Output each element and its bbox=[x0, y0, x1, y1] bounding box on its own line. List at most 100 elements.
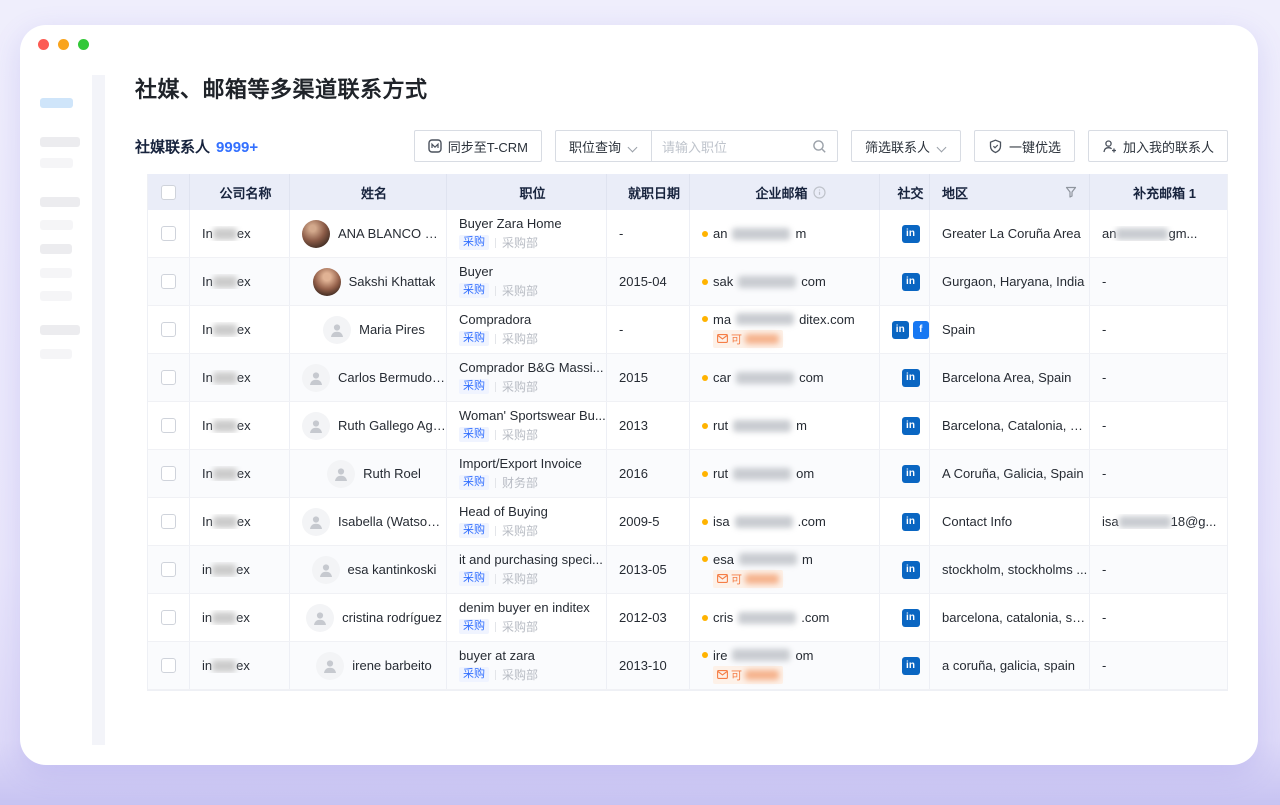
position-title: buyer at zara bbox=[459, 648, 606, 663]
desktop-background: { "window": { "traffic_lights": { "close… bbox=[0, 0, 1280, 805]
region-cell: barcelona, catalonia, sp... bbox=[930, 594, 1090, 641]
row-checkbox[interactable] bbox=[161, 226, 176, 241]
sync-to-crm-button[interactable]: 同步至T-CRM bbox=[414, 130, 542, 162]
one-click-optimize-button[interactable]: 一键优选 bbox=[974, 130, 1075, 162]
extra-email-cell: - bbox=[1090, 450, 1227, 497]
table-row[interactable]: inex irene barbeito buyer at zara 采购 采购部… bbox=[148, 642, 1227, 690]
department-label: 采购部 bbox=[502, 282, 538, 299]
company-email-cell: sakcom bbox=[690, 258, 880, 305]
row-checkbox[interactable] bbox=[161, 418, 176, 433]
redacted-company-text bbox=[213, 516, 237, 528]
table-row[interactable]: Inex Ruth Gallego Agulló Woman' Sportswe… bbox=[148, 402, 1227, 450]
toolbar: 社媒联系人9999+ 同步至T-CRM 职位查询 请输入职位 bbox=[135, 130, 1228, 162]
sidebar-item bbox=[40, 244, 72, 254]
row-checkbox[interactable] bbox=[161, 322, 176, 337]
header-position: 职位 bbox=[447, 174, 607, 210]
table-row[interactable]: inex esa kantinkoski it and purchasing s… bbox=[148, 546, 1227, 594]
linkedin-icon[interactable]: in bbox=[902, 225, 920, 243]
row-checkbox[interactable] bbox=[161, 466, 176, 481]
email-status-icon bbox=[702, 279, 708, 285]
department-label: 采购部 bbox=[502, 570, 538, 587]
linkedin-icon[interactable]: in bbox=[902, 513, 920, 531]
contact-name: Maria Pires bbox=[359, 322, 425, 337]
minimize-window-icon[interactable] bbox=[58, 39, 69, 50]
divider bbox=[495, 526, 496, 536]
linkedin-icon[interactable]: in bbox=[902, 417, 920, 435]
info-icon[interactable] bbox=[813, 186, 826, 199]
redacted-email-text bbox=[732, 649, 790, 661]
row-checkbox[interactable] bbox=[161, 562, 176, 577]
position-title: Comprador B&G Massi... bbox=[459, 360, 606, 375]
sidebar-item bbox=[40, 349, 72, 359]
company-email-cell: cris.com bbox=[690, 594, 880, 641]
name-cell: irene barbeito bbox=[290, 642, 447, 689]
row-checkbox[interactable] bbox=[161, 514, 176, 529]
select-all-checkbox[interactable] bbox=[161, 185, 176, 200]
linkedin-icon[interactable]: in bbox=[902, 273, 920, 291]
contact-name: Sakshi Khattak bbox=[349, 274, 436, 289]
facebook-icon[interactable]: f bbox=[913, 321, 930, 339]
linkedin-icon[interactable]: in bbox=[902, 657, 920, 675]
table-row[interactable]: Inex Isabella (Watson) L... Head of Buyi… bbox=[148, 498, 1227, 546]
department-label: 采购部 bbox=[502, 618, 538, 635]
social-cell: in bbox=[880, 546, 930, 593]
contact-name: Isabella (Watson) L... bbox=[338, 514, 446, 529]
contacts-counter: 社媒联系人9999+ bbox=[135, 136, 258, 157]
close-window-icon[interactable] bbox=[38, 39, 49, 50]
linkedin-icon[interactable]: in bbox=[902, 465, 920, 483]
table-row[interactable]: inex cristina rodríguez denim buyer en i… bbox=[148, 594, 1227, 642]
header-extra-email: 补充邮箱 1 bbox=[1090, 174, 1227, 210]
company-cell: Inex bbox=[190, 450, 290, 497]
filter-contacts-dropdown[interactable]: 筛选联系人 bbox=[851, 130, 961, 162]
position-query-dropdown[interactable]: 职位查询 bbox=[555, 130, 652, 162]
linkedin-icon[interactable]: in bbox=[892, 321, 909, 339]
app-window: 社媒、邮箱等多渠道联系方式 社媒联系人9999+ 同步至T-CRM 职位查询 请… bbox=[20, 25, 1258, 765]
row-checkbox[interactable] bbox=[161, 370, 176, 385]
table-row[interactable]: Inex Carlos Bermudo Cr... Comprador B&G … bbox=[148, 354, 1227, 402]
search-placeholder: 请输入职位 bbox=[662, 137, 812, 156]
redacted-tag-text bbox=[745, 334, 779, 344]
company-email-cell: ireom 可 bbox=[690, 642, 880, 689]
department-label: 财务部 bbox=[502, 474, 538, 491]
window-controls bbox=[38, 39, 89, 50]
avatar bbox=[312, 556, 340, 584]
linkedin-icon[interactable]: in bbox=[902, 609, 920, 627]
search-icon[interactable] bbox=[812, 139, 827, 154]
email-status-icon bbox=[702, 519, 708, 525]
table-row[interactable]: Inex Ruth Roel Import/Export Invoice 采购 … bbox=[148, 450, 1227, 498]
table-row[interactable]: Inex Maria Pires Compradora 采购 采购部 - mad… bbox=[148, 306, 1227, 354]
position-cell: Import/Export Invoice 采购 财务部 bbox=[447, 450, 607, 497]
redacted-company-text bbox=[213, 420, 237, 432]
divider bbox=[495, 430, 496, 440]
person-icon bbox=[328, 321, 346, 339]
company-cell: Inex bbox=[190, 210, 290, 257]
row-checkbox[interactable] bbox=[161, 274, 176, 289]
purchase-tag: 采购 bbox=[459, 379, 489, 394]
company-cell: inex bbox=[190, 594, 290, 641]
social-cell: in bbox=[880, 210, 930, 257]
avatar bbox=[306, 604, 334, 632]
table-row[interactable]: Inex ANA BLANCO REY Buyer Zara Home 采购 采… bbox=[148, 210, 1227, 258]
position-title: Buyer bbox=[459, 264, 606, 279]
email-status-icon bbox=[702, 556, 708, 562]
filter-funnel-icon[interactable] bbox=[1065, 186, 1077, 198]
linkedin-icon[interactable]: in bbox=[902, 561, 920, 579]
divider bbox=[495, 286, 496, 296]
table-row[interactable]: Inex Sakshi Khattak Buyer 采购 采购部 2015-04… bbox=[148, 258, 1227, 306]
linkedin-icon[interactable]: in bbox=[902, 369, 920, 387]
position-title: denim buyer en inditex bbox=[459, 600, 606, 615]
position-title: Woman' Sportswear Bu... bbox=[459, 408, 606, 423]
company-cell: Inex bbox=[190, 498, 290, 545]
row-checkbox[interactable] bbox=[161, 610, 176, 625]
contact-name: esa kantinkoski bbox=[348, 562, 437, 577]
person-icon bbox=[321, 657, 339, 675]
email-status-icon bbox=[702, 652, 708, 658]
purchase-tag: 采购 bbox=[459, 619, 489, 634]
add-to-my-contacts-button[interactable]: 加入我的联系人 bbox=[1088, 130, 1228, 162]
position-search-input[interactable]: 请输入职位 bbox=[652, 130, 838, 162]
row-checkbox[interactable] bbox=[161, 658, 176, 673]
contact-name: Carlos Bermudo Cr... bbox=[338, 370, 446, 385]
redacted-company-text bbox=[213, 228, 237, 240]
zoom-window-icon[interactable] bbox=[78, 39, 89, 50]
hire-date-cell: 2013 bbox=[607, 402, 690, 449]
